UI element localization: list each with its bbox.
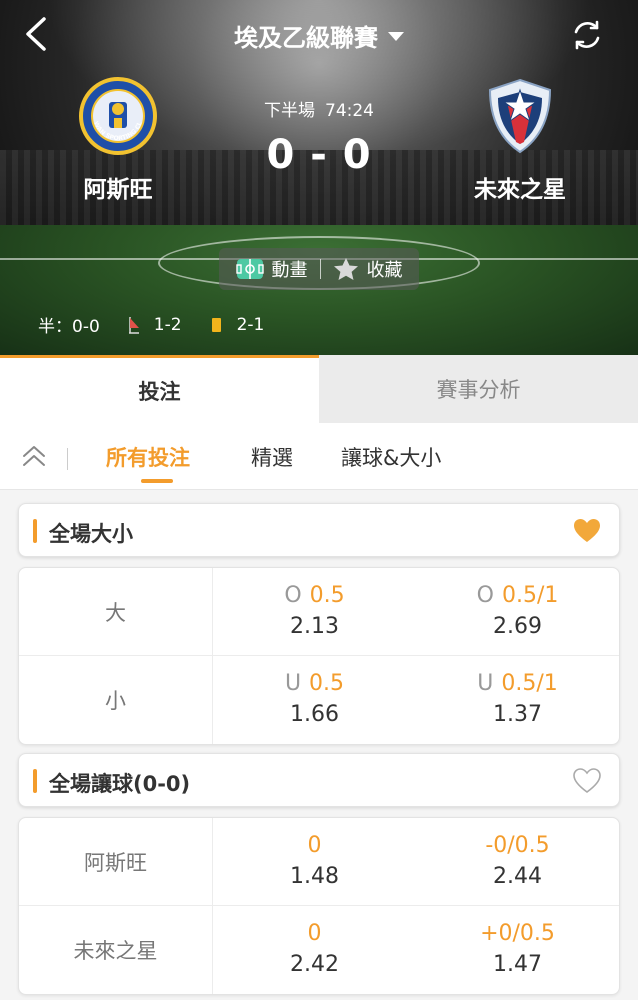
line-prefix: O bbox=[476, 582, 494, 608]
market-header-total-goals[interactable]: 全場大小 bbox=[18, 503, 620, 557]
odds-value: 1.48 bbox=[290, 863, 339, 889]
match-actions: 動畫 收藏 bbox=[219, 248, 419, 290]
tab-featured[interactable]: 精選 bbox=[251, 442, 293, 472]
yellow-cards-value: 2-1 bbox=[236, 314, 265, 335]
double-chevron-up-icon bbox=[23, 446, 45, 466]
row-label: 小 bbox=[19, 656, 213, 744]
odds-cell[interactable]: -0/0.5 2.44 bbox=[416, 818, 619, 905]
home-team-logo: ASWAN SPORTING CLUB bbox=[76, 71, 158, 156]
odds-value: 2.42 bbox=[290, 952, 339, 977]
row-label: 阿斯旺 bbox=[19, 818, 213, 905]
line-prefix: U bbox=[477, 671, 494, 696]
market-header-handicap[interactable]: 全場讓球(0-0) bbox=[18, 753, 620, 807]
away-team[interactable]: 未來之星 bbox=[445, 76, 595, 204]
corner-flag-icon bbox=[128, 316, 139, 334]
line-value: 0.5 bbox=[309, 671, 345, 696]
yellow-card-icon bbox=[211, 317, 221, 332]
home-team-name: 阿斯旺 bbox=[83, 177, 153, 203]
odds-cell[interactable]: 0 1.48 bbox=[213, 818, 416, 905]
corners-value: 1-2 bbox=[153, 314, 182, 335]
favorite-button[interactable]: 收藏 bbox=[333, 256, 403, 282]
away-team-logo bbox=[480, 76, 560, 156]
collapse-all-button[interactable] bbox=[20, 443, 48, 471]
halftime-score: 半：0-0 bbox=[38, 317, 100, 337]
main-tabs: 投注 賽事分析 bbox=[0, 355, 638, 423]
row-label: 未來之星 bbox=[19, 906, 213, 994]
match-status: 下半場 74:24 bbox=[219, 96, 419, 121]
table-row: 大 O 0.5 2.13 O 0.5/1 2.69 bbox=[19, 568, 619, 656]
tab-match-analysis[interactable]: 賽事分析 bbox=[319, 355, 638, 423]
market-table-total-goals: 大 O 0.5 2.13 O 0.5/1 2.69 小 U 0.5 1.66 U 0.5… bbox=[18, 567, 620, 745]
market-table-handicap: 阿斯旺 0 1.48 -0/0.5 2.44 未來之星 0 2.42 +0/0.… bbox=[18, 817, 620, 995]
tab-all-bets[interactable]: 所有投注 bbox=[106, 442, 190, 472]
odds-value: 2.69 bbox=[493, 613, 542, 639]
accent-bar bbox=[33, 769, 37, 793]
line-value: -0/0.5 bbox=[485, 832, 550, 858]
odds-value: 1.37 bbox=[493, 702, 542, 727]
odds-value: 2.44 bbox=[493, 863, 542, 889]
line-prefix: O bbox=[284, 582, 302, 608]
tab-betting[interactable]: 投注 bbox=[0, 355, 319, 423]
match-score: 0 - 0 bbox=[266, 132, 372, 178]
line-value: 0 bbox=[307, 921, 322, 946]
market-title: 全場讓球(0-0) bbox=[49, 772, 191, 796]
odds-value: 2.13 bbox=[290, 613, 339, 639]
line-value: 0 bbox=[307, 832, 322, 858]
line-value: +0/0.5 bbox=[480, 921, 555, 946]
row-label: 大 bbox=[19, 568, 213, 655]
odds-value: 1.47 bbox=[493, 952, 542, 977]
table-row: 阿斯旺 0 1.48 -0/0.5 2.44 bbox=[19, 818, 619, 906]
match-hero: 埃及乙級聯賽 ASWAN SPORTING CLUB bbox=[0, 0, 638, 355]
line-value: 0.5/1 bbox=[501, 582, 559, 608]
table-row: 未來之星 0 2.42 +0/0.5 1.47 bbox=[19, 906, 619, 994]
refresh-button[interactable] bbox=[570, 18, 604, 52]
tab-handicap-over-under[interactable]: 讓球&大小 bbox=[341, 442, 441, 472]
market-title: 全場大小 bbox=[49, 522, 133, 546]
animation-label: 動畫 bbox=[271, 260, 308, 281]
star-icon bbox=[333, 258, 358, 280]
line-value: 0.5/1 bbox=[501, 671, 558, 696]
line-prefix: U bbox=[284, 671, 302, 696]
odds-cell[interactable]: O 0.5/1 2.69 bbox=[416, 568, 619, 655]
odds-cell[interactable]: U 0.5 1.66 bbox=[213, 656, 416, 744]
caret-down-icon bbox=[388, 31, 404, 41]
pitch-icon bbox=[235, 259, 264, 279]
match-clock: 74:24 bbox=[325, 101, 374, 121]
accent-bar bbox=[33, 519, 37, 543]
line-value: 0.5 bbox=[309, 582, 345, 608]
away-team-name: 未來之星 bbox=[474, 177, 566, 203]
heart-filled-icon[interactable] bbox=[573, 518, 601, 544]
sub-tabs: 所有投注 精選 讓球&大小 bbox=[0, 423, 638, 490]
favorite-label: 收藏 bbox=[366, 260, 403, 281]
odds-cell[interactable]: 0 2.42 bbox=[213, 906, 416, 994]
active-tab-indicator bbox=[141, 479, 173, 483]
match-stats: 半：0-0 1-2 2-1 bbox=[38, 312, 265, 338]
home-team[interactable]: ASWAN SPORTING CLUB 阿斯旺 bbox=[43, 71, 193, 204]
league-selector[interactable]: 埃及乙級聯賽 bbox=[0, 18, 638, 53]
match-period: 下半場 bbox=[264, 101, 315, 121]
odds-cell[interactable]: O 0.5 2.13 bbox=[213, 568, 416, 655]
odds-cell[interactable]: U 0.5/1 1.37 bbox=[416, 656, 619, 744]
heart-outline-icon[interactable] bbox=[573, 768, 601, 794]
table-row: 小 U 0.5 1.66 U 0.5/1 1.37 bbox=[19, 656, 619, 744]
refresh-icon bbox=[574, 20, 600, 50]
sub-tab-separator bbox=[67, 448, 68, 470]
action-divider bbox=[319, 259, 321, 279]
odds-value: 1.66 bbox=[290, 702, 339, 727]
animation-button[interactable]: 動畫 bbox=[235, 256, 308, 282]
odds-cell[interactable]: +0/0.5 1.47 bbox=[416, 906, 619, 994]
league-title: 埃及乙級聯賽 bbox=[234, 24, 378, 52]
